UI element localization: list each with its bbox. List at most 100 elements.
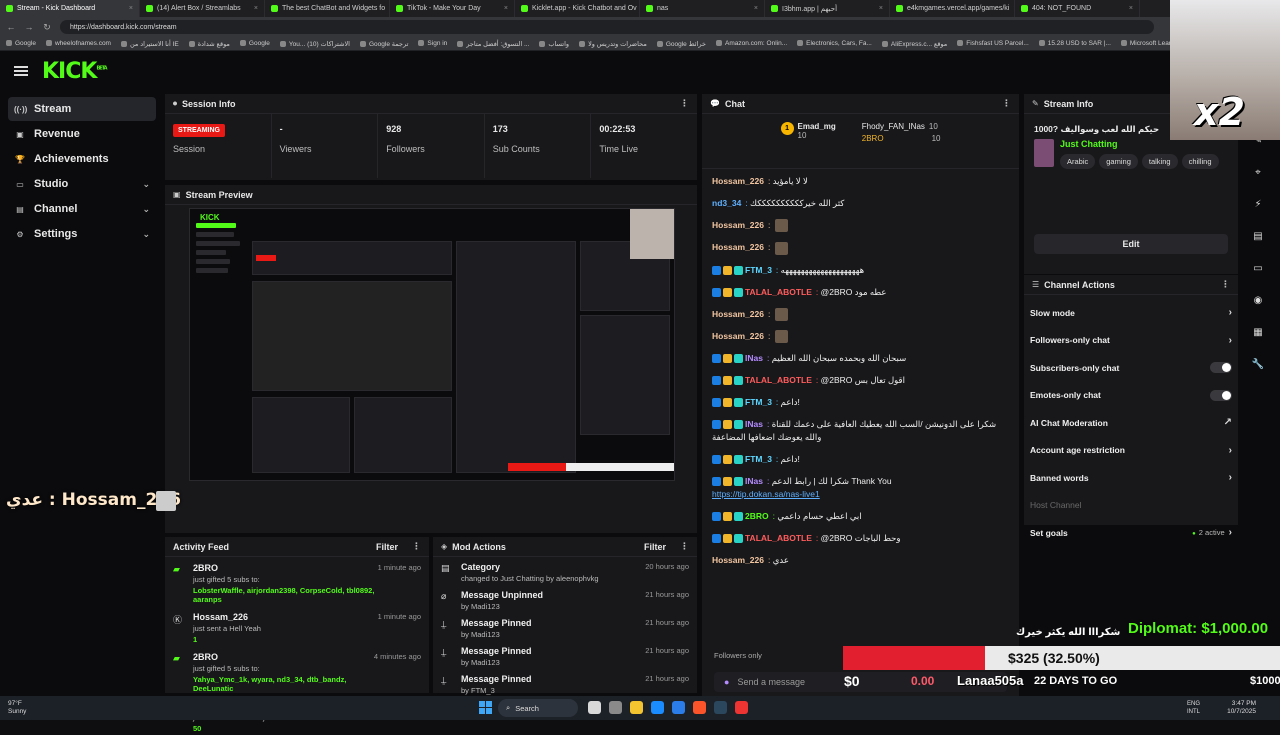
bookmark[interactable]: Fishsfast US Parcel... [957,40,1029,47]
bookmark[interactable]: You... الاشتراكات (10) [280,40,350,48]
lightning-icon[interactable]: ⚡ [1248,195,1268,215]
chat-username[interactable]: TALAL_ABOTLE [745,287,812,297]
url-field[interactable]: https://dashboard.kick.com/stream [60,20,1154,34]
mic-icon[interactable]: ● [724,677,729,687]
bookmark[interactable]: Google [6,40,36,47]
bookmark[interactable]: التسوق: أفضل متاجر ... [457,40,529,48]
channel-action-banned-words[interactable]: Banned words › [1024,464,1238,492]
document-icon[interactable]: ▤ [1248,227,1268,247]
chat-username[interactable]: INas [745,353,763,363]
kebab-menu-icon[interactable]: ⋮ [1002,98,1011,109]
kebab-menu-icon[interactable]: ⋮ [680,541,689,552]
bookmark[interactable]: wheelofnames.com [46,40,111,47]
sidebar-item-settings[interactable]: ⚙ Settings ⌄ [8,222,156,246]
activity-user[interactable]: Hossam_226 [193,612,378,622]
bookmark[interactable]: 15.28 USD to SAR |... [1039,40,1111,47]
filter-button[interactable]: Filter [644,542,666,552]
channel-action-set-goals[interactable]: Set goals 2 active› [1024,519,1238,547]
channel-action-emotes-only-chat[interactable]: Emotes-only chat [1024,382,1238,410]
bookmark[interactable]: Google خرائط [657,40,706,48]
channel-action-subscribers-only-chat[interactable]: Subscribers-only chat [1024,354,1238,382]
browser-tab[interactable]: Kicklet.app - Kick Chatbot and Ov× [515,0,640,17]
tag-chip[interactable]: Arabic [1060,154,1096,169]
browser-tab[interactable]: e4kmgames.vercel.app/games/ki× [890,0,1015,17]
store-icon[interactable] [672,701,685,714]
app-icon[interactable] [609,701,622,714]
close-icon[interactable]: × [129,5,133,12]
chat-username[interactable]: FTM_3 [745,265,772,275]
activity-user[interactable]: 2BRO [193,652,374,662]
chat-link[interactable]: https://tip.dokan.sa/nas-live1 [712,489,820,499]
browser-tab[interactable]: The best ChatBot and Widgets fo× [265,0,390,17]
bookmark[interactable]: Google [240,40,270,47]
steam-icon[interactable] [714,701,727,714]
edit-button[interactable]: Edit [1034,234,1228,254]
browser-tab[interactable]: 404: NOT_FOUND × [1015,0,1140,17]
bookmark[interactable]: محاضرات وتدريس ولا [579,40,647,48]
chat-username[interactable]: FTM_3 [745,454,772,464]
bookmark[interactable]: Google ترجمة [360,40,408,48]
channel-action-account-age-restriction[interactable]: Account age restriction › [1024,437,1238,465]
folder-icon[interactable] [630,701,643,714]
forward-icon[interactable]: → [24,22,34,32]
category-name[interactable]: Just Chatting [1060,139,1219,149]
sidebar-item-channel[interactable]: ▤ Channel ⌄ [8,197,156,221]
target-icon[interactable]: ⌖ [1248,163,1268,183]
kick-logo[interactable]: KICKBETA [42,59,108,84]
broadcast-icon[interactable]: ◉ [1248,291,1268,311]
windows-start-icon[interactable] [479,701,492,714]
wrench-icon[interactable]: 🔧 [1248,355,1268,375]
close-icon[interactable]: × [1129,5,1133,12]
chat-username[interactable]: Hossam_226 [712,220,764,230]
browser-tab[interactable]: Stream - Kick Dashboard × [0,0,140,17]
close-icon[interactable]: × [879,5,883,12]
close-icon[interactable]: × [254,5,258,12]
activity-user[interactable]: 2BRO [193,563,378,573]
browser-tab[interactable]: nas × [640,0,765,17]
chat-icon[interactable]: ▭ [1248,259,1268,279]
bookmark[interactable]: Electronics, Cars, Fa... [797,40,872,47]
tag-chip[interactable]: talking [1141,154,1178,169]
browser-tab[interactable]: (14) Alert Box / Streamlabs × [140,0,265,17]
channel-action-slow-mode[interactable]: Slow mode › [1024,299,1238,327]
tag-chip[interactable]: gaming [1099,154,1138,169]
menu-icon[interactable] [14,66,28,76]
chat-username[interactable]: nd3_34 [712,198,741,208]
chat-username[interactable]: Hossam_226 [712,176,764,186]
gifter-name[interactable]: Fhody_FAN_INas [862,122,925,131]
chat-username[interactable]: FTM_3 [745,397,772,407]
back-icon[interactable]: ← [6,22,16,32]
toggle-switch[interactable] [1210,362,1232,374]
chat-username[interactable]: Hossam_226 [712,331,764,341]
kebab-menu-icon[interactable]: ⋮ [680,98,689,109]
browser-tab[interactable]: I3bhm.app | أحبهم × [765,0,890,17]
toggle-switch[interactable] [1210,389,1232,401]
chat-username[interactable]: Hossam_226 [712,309,764,319]
channel-action-host-channel[interactable]: Host Channel [1024,492,1238,520]
sidebar-item-achievements[interactable]: 🏆 Achievements [8,147,156,171]
sidebar-item-revenue[interactable]: ▣ Revenue [8,122,156,146]
channel-action-ai-chat-moderation[interactable]: AI Chat Moderation ↗ [1024,409,1238,437]
bookmark[interactable]: Amazon.com: Onlin... [716,40,787,47]
stream-preview-video[interactable]: KICK [189,208,675,481]
edge-icon[interactable] [651,701,664,714]
obs-icon[interactable] [735,701,748,714]
layout-icon[interactable]: ▦ [1248,323,1268,343]
kebab-menu-icon[interactable]: ⋮ [1221,279,1230,290]
language-indicator[interactable]: ENG INTL [1187,700,1200,716]
filter-button[interactable]: Filter [376,542,398,552]
chat-username[interactable]: Hossam_226 [712,242,764,252]
chat-username[interactable]: TALAL_ABOTLE [745,533,812,543]
gifter-1[interactable]: 1 Emad_mg 10 [780,122,836,168]
bookmark[interactable]: Sign in [418,40,447,47]
close-icon[interactable]: × [754,5,758,12]
chat-username[interactable]: 2BRO [745,511,769,521]
bookmark[interactable]: واتساب [539,40,569,48]
close-icon[interactable]: × [504,5,508,12]
brave-icon[interactable] [693,701,706,714]
chat-username[interactable]: INas [745,419,763,429]
sidebar-item-stream[interactable]: ((·)) Stream [8,97,156,121]
weather-widget[interactable]: 97°F Sunny [8,700,26,716]
sidebar-item-studio[interactable]: ▭ Studio ⌄ [8,172,156,196]
tag-chip[interactable]: chilling [1181,154,1219,169]
